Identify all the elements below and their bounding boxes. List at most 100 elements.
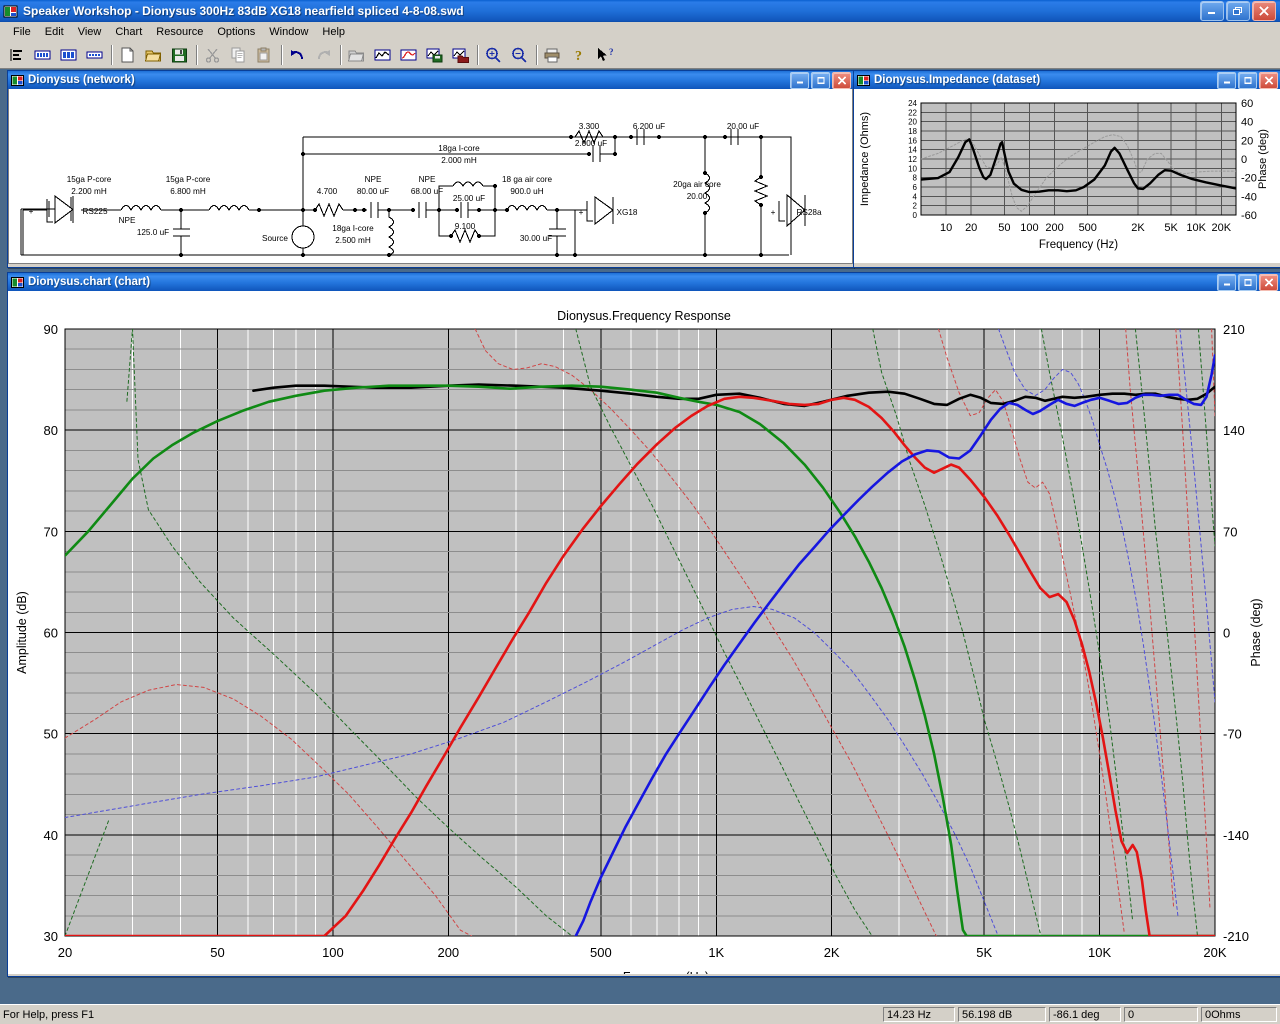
network-value: 6.200 uF xyxy=(633,122,665,131)
minimize-button[interactable] xyxy=(1200,1,1224,21)
y2-axis-tick: -140 xyxy=(1223,828,1249,843)
chart-minimize-button[interactable] xyxy=(1217,273,1236,291)
chart-document-icon xyxy=(11,276,24,289)
impedance-y-tick: 22 xyxy=(908,108,917,117)
menu-item-view[interactable]: View xyxy=(71,25,109,39)
impedance-y-tick: 0 xyxy=(913,211,918,220)
menu-item-file[interactable]: File xyxy=(6,25,38,39)
network-label: 15ga P-core xyxy=(67,175,112,184)
y2-axis-tick: 140 xyxy=(1223,423,1245,438)
network-value: 68.00 uF xyxy=(411,187,443,196)
status-value: 0 xyxy=(1124,1007,1198,1022)
network-close-button[interactable] xyxy=(832,71,851,89)
impedance-x-tick: 10 xyxy=(940,222,952,234)
status-phase: -86.1 deg xyxy=(1049,1007,1121,1022)
menu-item-edit[interactable]: Edit xyxy=(38,25,71,39)
menu-item-resource[interactable]: Resource xyxy=(149,25,210,39)
cut-scissors-icon[interactable] xyxy=(200,43,225,67)
svg-text:+: + xyxy=(579,208,584,217)
network-value: 20.00 xyxy=(687,192,708,201)
toolbar-separator xyxy=(108,45,115,65)
impedance-y-tick: 16 xyxy=(908,136,917,145)
toolbar-separator xyxy=(193,45,200,65)
impedance-window-controls xyxy=(1217,71,1278,89)
menu-item-options[interactable]: Options xyxy=(210,25,262,39)
network-window-titlebar: Dionysus (network) xyxy=(8,71,853,89)
y-axis-tick: 70 xyxy=(44,524,58,539)
impedance-x-tick: 5K xyxy=(1164,222,1178,234)
print-icon[interactable] xyxy=(540,43,565,67)
network-maximize-button[interactable] xyxy=(811,71,830,89)
impedance-y2-tick: -40 xyxy=(1241,191,1257,203)
network-label: RS28a xyxy=(796,208,821,217)
network-value: 4.700 xyxy=(317,187,338,196)
frequency-response-chart-canvas[interactable]: Dionysus.Frequency Response 30 40 50 60 70 80 9… xyxy=(8,291,1280,974)
chart-close-button[interactable] xyxy=(1259,273,1278,291)
paste-clipboard-icon[interactable] xyxy=(252,43,277,67)
menu-item-help[interactable]: Help xyxy=(315,25,352,39)
y2-axis-tick: 210 xyxy=(1223,322,1245,337)
curve-window-icon[interactable] xyxy=(396,43,421,67)
network-label: 15ga P-core xyxy=(166,175,211,184)
menu-item-window[interactable]: Window xyxy=(262,25,315,39)
save-disk-icon[interactable] xyxy=(167,43,192,67)
network-canvas[interactable]: + + + 15ga P-core 2.200 mH 15ga P-core 6… xyxy=(8,89,853,264)
network-minimize-button[interactable] xyxy=(790,71,809,89)
impedance-maximize-button[interactable] xyxy=(1238,71,1257,89)
status-help-text: For Help, press F1 xyxy=(3,1008,95,1021)
open-project-icon[interactable] xyxy=(344,43,369,67)
zoom-out-icon[interactable] xyxy=(507,43,532,67)
help-question-icon[interactable]: ? xyxy=(566,43,591,67)
save-chart-icon[interactable] xyxy=(422,43,447,67)
menu-bar: File Edit View Chart Resource Options Wi… xyxy=(0,22,1280,42)
impedance-y-tick: 20 xyxy=(908,118,917,127)
impedance-close-button[interactable] xyxy=(1259,71,1278,89)
chart-window[interactable]: Dionysus.chart (chart) Dionysus.Frequenc… xyxy=(7,272,1280,977)
network-value: 2.200 mH xyxy=(71,187,107,196)
new-file-icon[interactable] xyxy=(115,43,140,67)
measurement-icon[interactable] xyxy=(56,43,81,67)
impedance-chart-canvas[interactable]: 0 2 4 6 8 10 12 14 16 18 20 22 24 -60 -40 -20 0 20 40 60 10 2… xyxy=(854,89,1280,263)
chart-window-icon[interactable] xyxy=(370,43,395,67)
menu-item-chart[interactable]: Chart xyxy=(108,25,149,39)
restore-button[interactable] xyxy=(1226,1,1250,21)
svg-text:?: ? xyxy=(575,49,582,63)
svg-text:+: + xyxy=(29,207,34,216)
x-axis-tick: 10K xyxy=(1088,945,1111,960)
network-value: 80.00 uF xyxy=(357,187,389,196)
network-label: NPE xyxy=(119,216,136,225)
network-value: 2.500 mH xyxy=(335,236,371,245)
y-axis-tick: 60 xyxy=(44,626,58,641)
network-label: Source xyxy=(262,234,288,243)
toolbar-separator xyxy=(337,45,344,65)
impedance-y-tick: 10 xyxy=(908,164,917,173)
chart-title: Dionysus.Frequency Response xyxy=(557,309,731,323)
dataset-icon[interactable] xyxy=(30,43,55,67)
undo-arrow-icon[interactable] xyxy=(285,43,310,67)
impedance-y2-tick: -20 xyxy=(1241,173,1257,185)
context-help-icon[interactable]: ? xyxy=(592,43,617,67)
network-label: XG18 xyxy=(617,208,638,217)
chart-maximize-button[interactable] xyxy=(1238,273,1257,291)
export-chart-icon[interactable] xyxy=(448,43,473,67)
open-folder-icon[interactable] xyxy=(141,43,166,67)
network-icon[interactable] xyxy=(82,43,107,67)
network-window[interactable]: Dionysus (network) + + + 15ga P-core 2.2… xyxy=(7,70,854,268)
mdi-client-area: Dionysus (network) + + + 15ga P-core 2.2… xyxy=(0,69,1280,1004)
x-axis-tick: 500 xyxy=(590,945,612,960)
impedance-minimize-button[interactable] xyxy=(1217,71,1236,89)
zoom-in-icon[interactable] xyxy=(481,43,506,67)
impedance-window[interactable]: Dionysus.Impedance (dataset) 0 2 4 6 8 10 12 14… xyxy=(853,70,1280,268)
network-window-controls xyxy=(790,71,851,89)
close-button[interactable] xyxy=(1252,1,1276,21)
impedance-y2-tick: 60 xyxy=(1241,98,1253,110)
redo-arrow-icon[interactable] xyxy=(311,43,336,67)
x-axis-tick: 2K xyxy=(824,945,840,960)
copy-icon[interactable] xyxy=(226,43,251,67)
toolbar: ? ? xyxy=(0,42,1280,69)
properties-icon[interactable] xyxy=(4,43,29,67)
impedance-y-tick: 8 xyxy=(913,174,918,183)
network-label: NPE xyxy=(419,175,436,184)
network-value: 25.00 uF xyxy=(453,194,485,203)
network-value: 2.000 mH xyxy=(441,156,477,165)
